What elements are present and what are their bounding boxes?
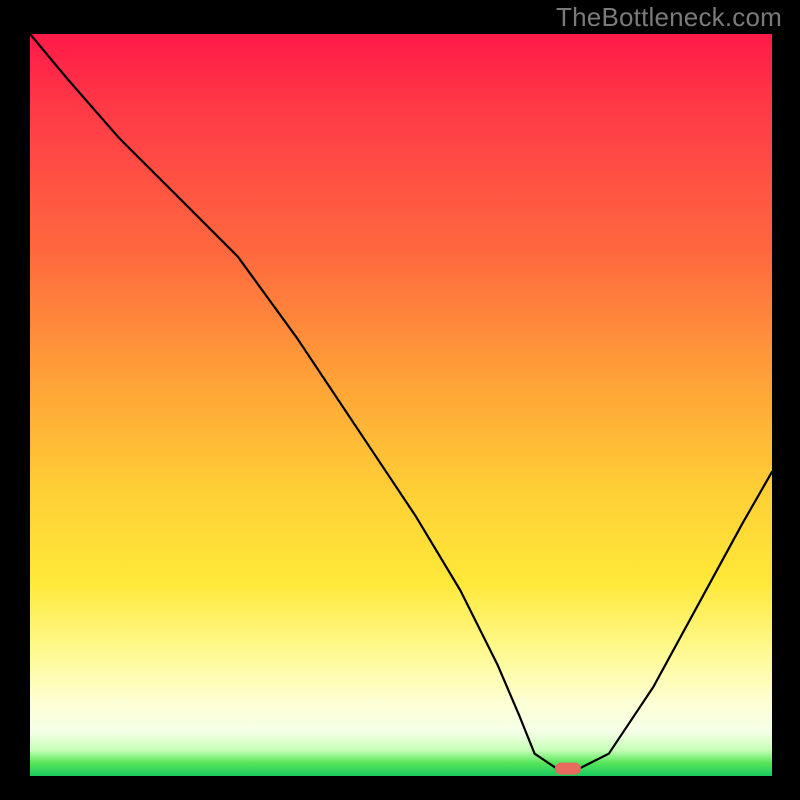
chart-frame: TheBottleneck.com [0,0,800,800]
plot-svg [30,34,772,776]
optimal-marker [555,763,581,775]
watermark-label: TheBottleneck.com [556,2,782,33]
plot-area [30,34,772,776]
bottleneck-curve [30,34,772,769]
